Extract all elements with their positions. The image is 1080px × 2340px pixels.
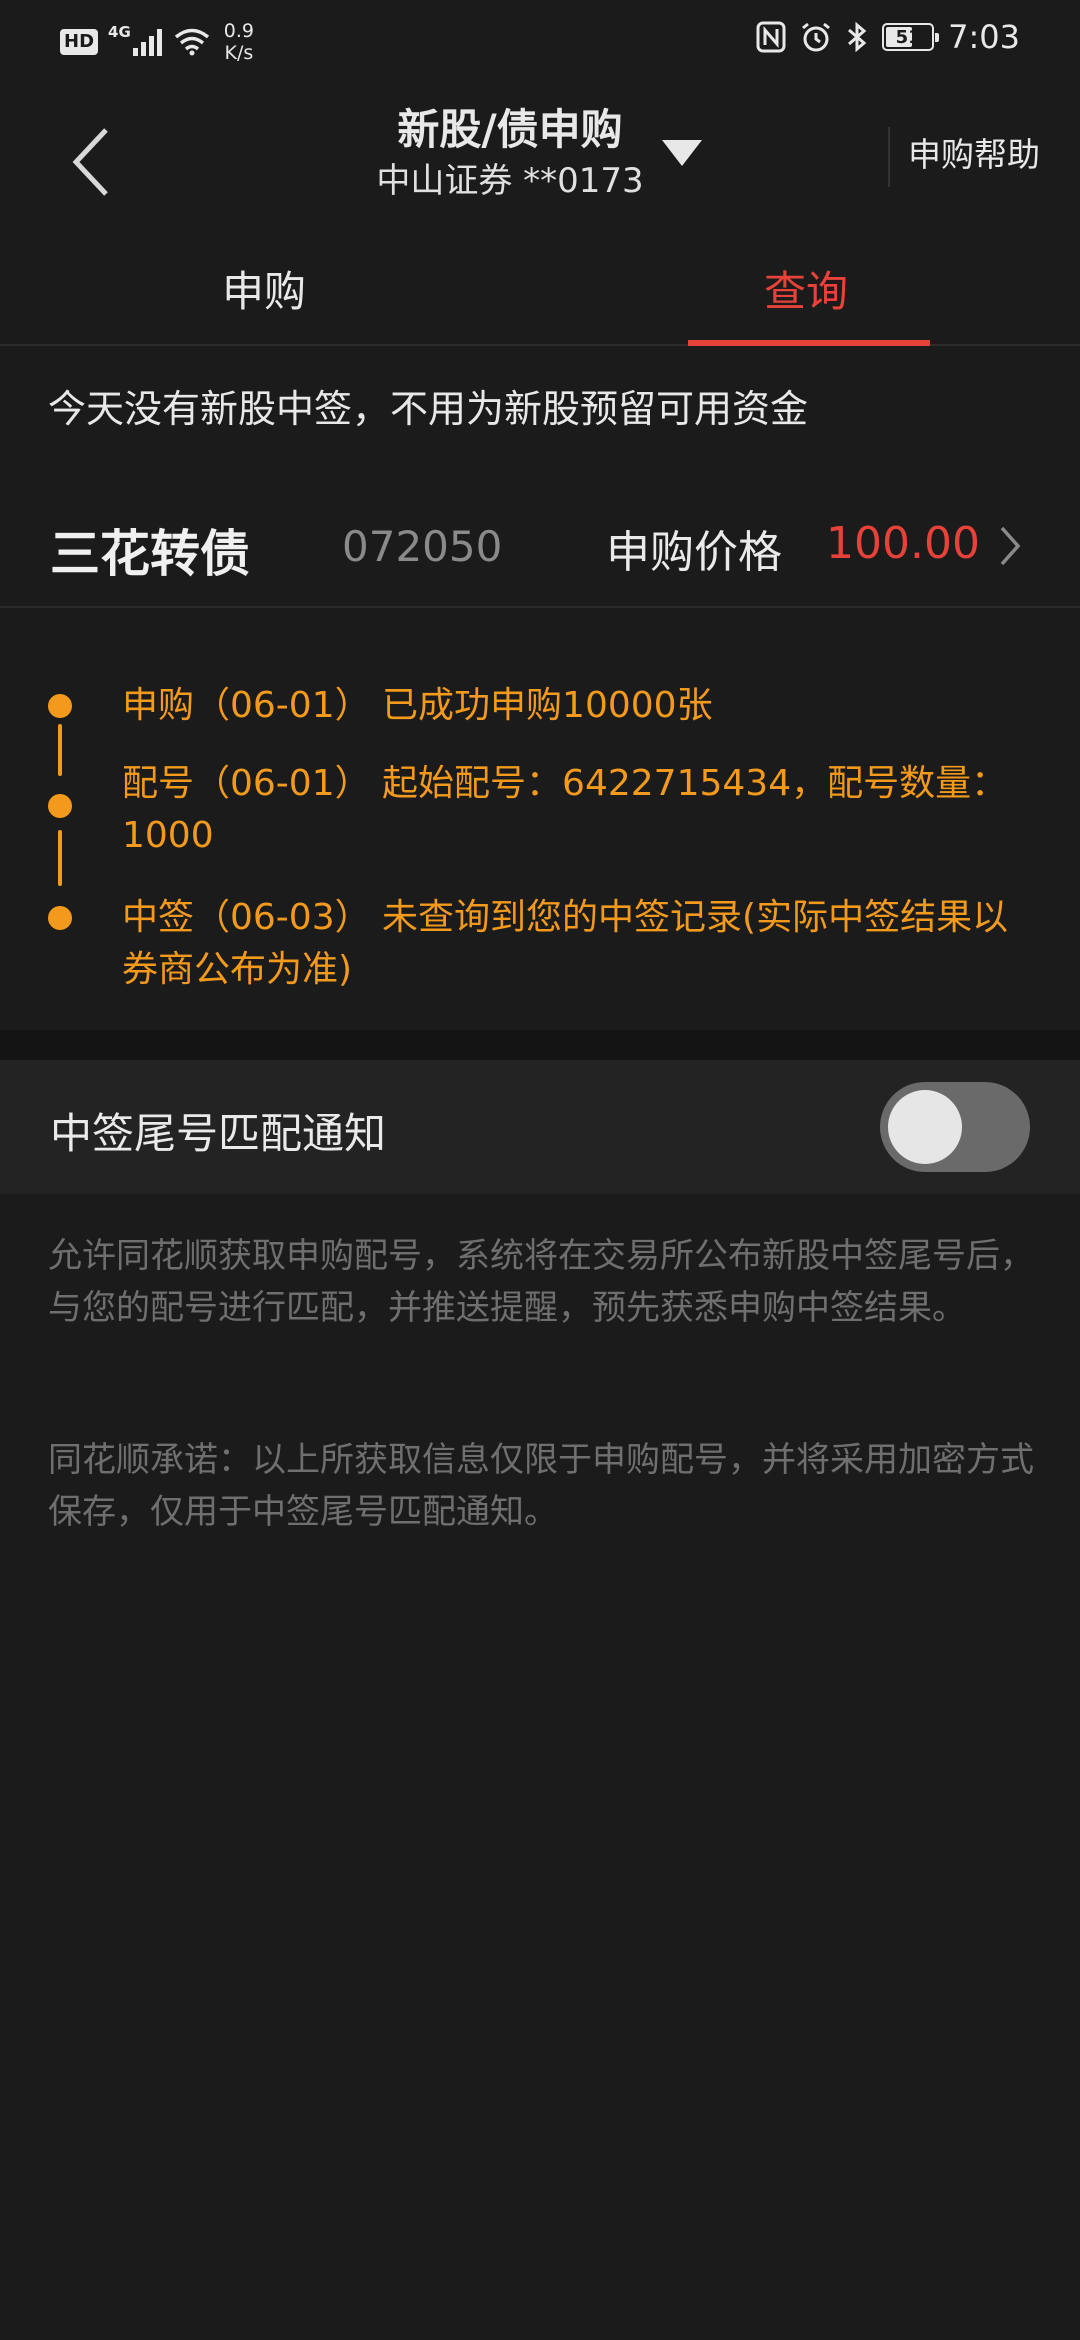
bluetooth-icon (848, 21, 867, 53)
timeline-text: 配号（06-01） 起始配号：6422715434，配号数量：1000 (122, 763, 1008, 856)
description-text: 允许同花顺获取申购配号，系统将在交易所公布新股中签尾号后，与您的配号进行匹配，并… (48, 1236, 1034, 1328)
net-speed: 0.9 K/s (223, 20, 254, 64)
header: 新股/债申购 中山证券 **0173 申购帮助 (0, 82, 1080, 232)
network-type: 4G (108, 23, 131, 41)
wifi-icon (174, 28, 209, 56)
timeline-text: 中签（06-03） 未查询到您的中签记录(实际中签结果以券商公布为准) (122, 897, 1009, 990)
timeline-connector (58, 830, 62, 886)
toggle-knob (888, 1090, 962, 1164)
timeline-text: 申购（06-01） 已成功申购10000张 (122, 685, 713, 726)
bond-name: 三花转债 (50, 525, 250, 583)
promise-text: 同花顺承诺：以上所获取信息仅限于申购配号，并将采用加密方式保存，仅用于中签尾号匹… (48, 1440, 1034, 1532)
tab-bar: 申购 查询 (0, 232, 1080, 346)
price-value: 100.00 (826, 518, 980, 569)
alarm-icon (802, 22, 831, 52)
battery-icon: 51 (882, 23, 940, 51)
timeline-connector (58, 724, 62, 776)
bond-row[interactable]: 三花转债 072050 申购价格 100.00 (0, 490, 1080, 608)
notify-toggle[interactable] (880, 1082, 1030, 1172)
tab-apply[interactable]: 申购 (222, 258, 306, 319)
clock: 7:03 (948, 18, 1020, 56)
timeline-dot (48, 906, 72, 930)
hd-icon: HD (60, 29, 99, 55)
page-title: 新股/债申购 (397, 105, 623, 154)
account-label: 中山证券 **0173 (376, 161, 644, 201)
help-button[interactable]: 申购帮助 (908, 128, 1040, 176)
notify-label: 中签尾号匹配通知 (50, 1109, 387, 1158)
notify-row: 中签尾号匹配通知 (0, 1060, 1080, 1194)
timeline-dot (48, 794, 72, 818)
nfc-icon (756, 21, 786, 53)
status-bar: HD 4G 0.9 K/s 51 7:03 (0, 0, 1080, 82)
back-button[interactable] (60, 122, 120, 202)
section-divider (0, 1030, 1080, 1060)
signal-icon (132, 28, 162, 56)
dropdown-triangle-icon[interactable] (660, 138, 704, 168)
tab-active-indicator (688, 340, 930, 346)
timeline-dot (48, 694, 72, 718)
tab-query[interactable]: 查询 (764, 258, 848, 319)
bond-code: 072050 (342, 522, 503, 571)
chevron-right-icon (1000, 526, 1021, 566)
title-block[interactable]: 新股/债申购 中山证券 **0173 (340, 102, 680, 204)
header-divider (888, 127, 890, 187)
notice-text: 今天没有新股中签，不用为新股预留可用资金 (48, 387, 809, 431)
price-label: 申购价格 (606, 527, 782, 578)
